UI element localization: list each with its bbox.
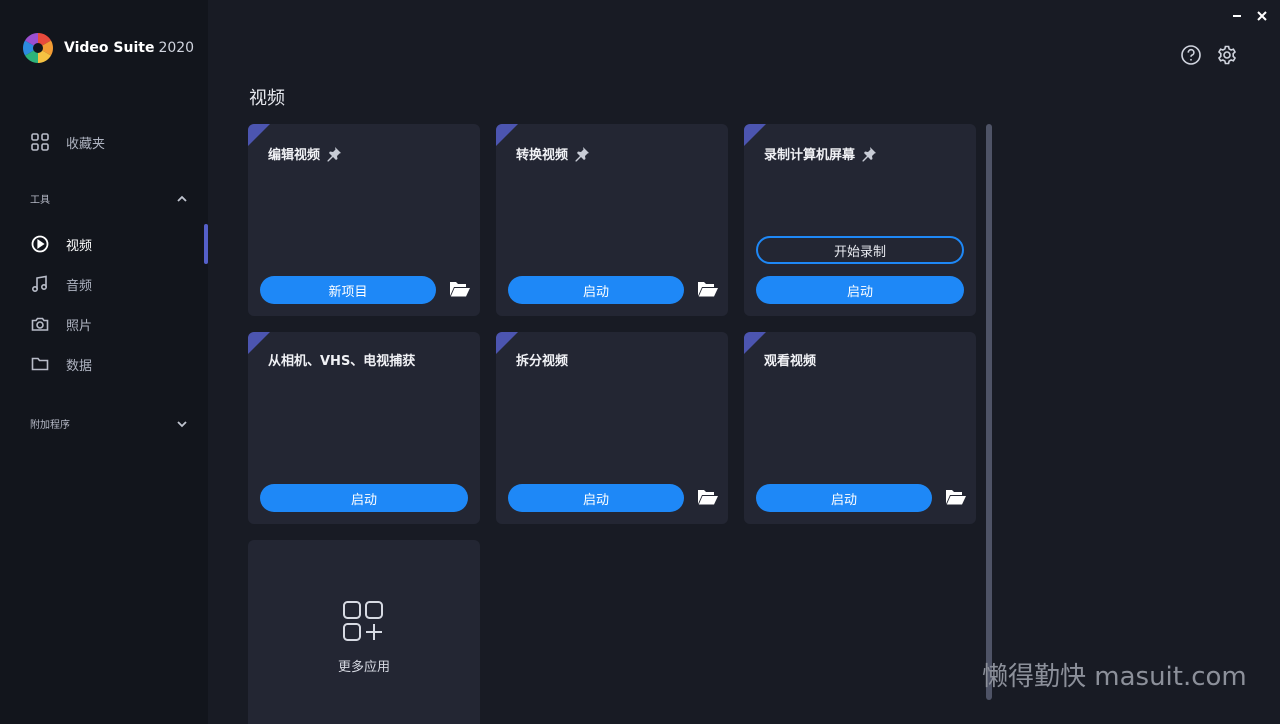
card-watch-video: 观看视频 启动 bbox=[744, 332, 976, 524]
card-title: 拆分视频 bbox=[516, 354, 569, 369]
aperture-logo-icon bbox=[22, 32, 54, 64]
card-convert-video: 转换视频 启动 bbox=[496, 124, 728, 316]
section-label: 附加程序 bbox=[30, 420, 70, 431]
sidebar-item-data[interactable]: 数据 bbox=[30, 352, 92, 376]
card-split-video: 拆分视频 启动 bbox=[496, 332, 728, 524]
chevron-down-icon bbox=[177, 420, 187, 427]
sidebar: Video Suite 2020 收藏夹 工具 视频 音频 照片 数据 附加程序 bbox=[0, 0, 208, 724]
sidebar-item-video[interactable]: 视频 bbox=[30, 232, 92, 256]
pin-icon[interactable] bbox=[861, 146, 877, 162]
more-apps-label: 更多应用 bbox=[337, 660, 390, 675]
help-icon[interactable] bbox=[1180, 44, 1202, 66]
launch-button[interactable]: 启动 bbox=[756, 484, 932, 512]
sidebar-item-label: 照片 bbox=[66, 318, 93, 334]
gear-icon[interactable] bbox=[1216, 44, 1238, 66]
card-title: 录制计算机屏幕 bbox=[764, 144, 877, 163]
page-title: 视频 bbox=[249, 88, 285, 109]
start-recording-button[interactable]: 开始录制 bbox=[756, 236, 964, 264]
folder-icon bbox=[31, 357, 49, 371]
scrollbar[interactable] bbox=[986, 124, 992, 700]
addons-section-header[interactable]: 附加程序 bbox=[30, 416, 188, 431]
open-folder-icon[interactable] bbox=[945, 487, 967, 507]
card-corner-flag bbox=[248, 332, 270, 354]
card-corner-flag bbox=[496, 332, 518, 354]
open-folder-icon[interactable] bbox=[449, 279, 471, 299]
section-label: 工具 bbox=[30, 195, 50, 206]
more-apps-card[interactable]: 更多应用 bbox=[248, 540, 480, 724]
launch-button[interactable]: 启动 bbox=[260, 484, 468, 512]
card-record-screen: 录制计算机屏幕 开始录制 启动 bbox=[744, 124, 976, 316]
open-folder-icon[interactable] bbox=[697, 279, 719, 299]
card-title: 从相机、VHS、电视捕获 bbox=[268, 354, 416, 369]
launch-button[interactable]: 启动 bbox=[756, 276, 964, 304]
minimize-icon[interactable] bbox=[1230, 9, 1244, 23]
active-indicator bbox=[204, 224, 208, 264]
play-circle-icon bbox=[31, 235, 49, 253]
app-title: Video Suite 2020 bbox=[64, 40, 195, 56]
sidebar-item-photo[interactable]: 照片 bbox=[30, 312, 92, 336]
sidebar-item-audio[interactable]: 音频 bbox=[30, 272, 92, 296]
open-folder-icon[interactable] bbox=[697, 487, 719, 507]
pin-icon[interactable] bbox=[574, 146, 590, 162]
card-capture: 从相机、VHS、电视捕获 启动 bbox=[248, 332, 480, 524]
sidebar-item-label: 音频 bbox=[66, 278, 93, 294]
sidebar-item-label: 视频 bbox=[66, 238, 93, 254]
new-project-button[interactable]: 新项目 bbox=[260, 276, 436, 304]
watermark: 懒得勤快 masuit.com bbox=[982, 662, 1247, 692]
add-apps-icon bbox=[343, 601, 383, 641]
card-title: 观看视频 bbox=[764, 354, 817, 369]
grid-icon bbox=[31, 133, 49, 151]
card-title: 编辑视频 bbox=[268, 144, 342, 163]
card-corner-flag bbox=[744, 332, 766, 354]
camera-icon bbox=[31, 317, 49, 331]
sidebar-item-favorites[interactable]: 收藏夹 bbox=[30, 130, 105, 154]
launch-button[interactable]: 启动 bbox=[508, 276, 684, 304]
app-logo: Video Suite 2020 bbox=[22, 32, 194, 64]
launch-button[interactable]: 启动 bbox=[508, 484, 684, 512]
card-title: 转换视频 bbox=[516, 144, 590, 163]
pin-icon[interactable] bbox=[326, 146, 342, 162]
tools-section-header[interactable]: 工具 bbox=[30, 191, 188, 206]
close-icon[interactable] bbox=[1255, 9, 1269, 23]
card-corner-flag bbox=[248, 124, 270, 146]
chevron-up-icon bbox=[177, 195, 187, 202]
music-note-icon bbox=[31, 275, 48, 293]
sidebar-item-label: 收藏夹 bbox=[66, 136, 106, 152]
card-corner-flag bbox=[496, 124, 518, 146]
card-edit-video: 编辑视频 新项目 bbox=[248, 124, 480, 316]
sidebar-item-label: 数据 bbox=[66, 358, 93, 374]
card-corner-flag bbox=[744, 124, 766, 146]
